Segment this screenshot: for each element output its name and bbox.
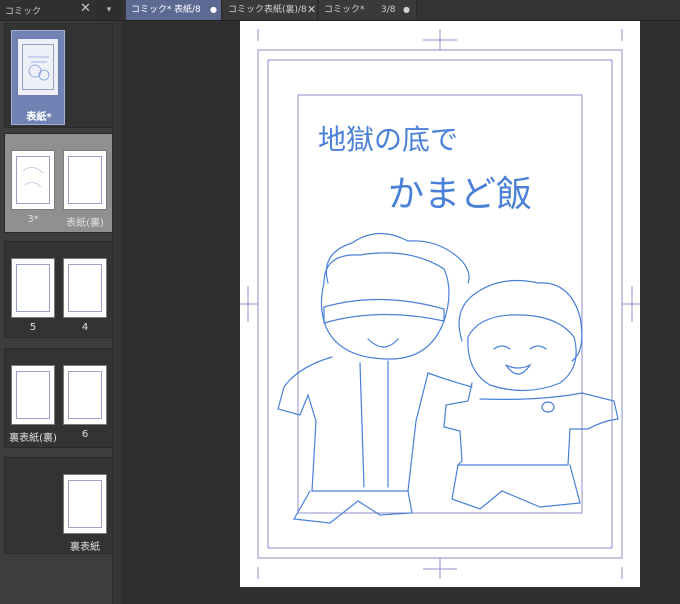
panel-header: コミック ✕ xyxy=(0,0,96,21)
crop-mark-top xyxy=(423,29,457,50)
page-manager-panel: コミック ✕ ▾ 表紙* 3* 表紙(裏) 5 4 裏表紙(裏) 6 裏表紙 xyxy=(0,0,123,604)
crop-mark-right xyxy=(622,286,640,322)
page-card-cover[interactable]: 表紙* xyxy=(11,30,65,125)
page-label: 裏表紙(裏) xyxy=(9,433,57,444)
crop-mark-left xyxy=(240,286,258,322)
sketch-title-line1: 地獄の底で xyxy=(318,123,458,156)
page-thumbnail-5[interactable] xyxy=(11,258,55,318)
corner-marks xyxy=(257,29,623,579)
sketch-title-line2: かまど飯 xyxy=(388,174,532,215)
close-tab-icon[interactable]: ✕ xyxy=(307,0,316,20)
page-label: 表紙* xyxy=(26,112,52,123)
page-thumbnail-4[interactable] xyxy=(63,258,107,318)
panel-menu-chevron-icon[interactable]: ▾ xyxy=(96,0,122,21)
right-char-mouth xyxy=(505,363,532,375)
spread-2[interactable]: 3* 表紙(裏) xyxy=(4,133,114,233)
tab-label: コミック* xyxy=(131,5,172,15)
spread-3[interactable]: 5 4 xyxy=(4,241,114,338)
page-thumbnail-3[interactable] xyxy=(11,150,55,210)
page-label: 6 xyxy=(81,429,89,440)
left-char-hair xyxy=(325,232,470,284)
right-char-badge xyxy=(541,401,555,413)
tab-page-label: 3/8 xyxy=(381,5,396,15)
left-char-visor xyxy=(323,298,445,324)
page-thumbnail-back-cover-inner[interactable] xyxy=(11,365,55,425)
page-thumbnail-6[interactable] xyxy=(63,365,107,425)
right-char-hair xyxy=(458,279,583,362)
left-char-mouth xyxy=(367,338,399,348)
unsaved-dot-icon[interactable]: ● xyxy=(210,0,217,20)
tab-label: コミック表紙(裏)/8 xyxy=(228,5,307,15)
right-char-eyes xyxy=(493,345,547,350)
sketch-characters xyxy=(277,232,619,524)
left-char-body xyxy=(277,356,473,492)
crop-guides xyxy=(240,29,640,579)
crop-mark-bottom xyxy=(423,558,457,579)
tab-label: コミック* xyxy=(324,5,365,15)
page-thumbnail-cover[interactable] xyxy=(16,37,60,97)
page-canvas[interactable]: 地獄の底で かまど飯 xyxy=(240,21,640,587)
left-char-legs xyxy=(293,490,413,524)
sketch-preview-icon xyxy=(22,167,44,188)
panel-title: コミック xyxy=(5,7,42,17)
tab-comic-cover[interactable]: コミック* 表紙/8 ● xyxy=(126,0,222,20)
spread-4[interactable]: 裏表紙(裏) 6 xyxy=(4,348,114,448)
safe-frame xyxy=(297,94,583,514)
page-label: 3* xyxy=(27,214,39,225)
right-char-legs xyxy=(451,464,581,510)
right-char-head xyxy=(467,314,577,392)
unsaved-dot-icon[interactable]: ● xyxy=(403,0,410,20)
page-label: 表紙(裏) xyxy=(66,218,104,229)
sketch-preview-icon xyxy=(28,56,50,81)
right-char-body xyxy=(443,382,619,466)
page-label: 5 xyxy=(29,322,37,333)
document-tab-bar: コミック* 表紙/8 ● コミック表紙(裏)/8 ✕ コミック* 3/8 ● xyxy=(122,0,680,21)
spread-cover: 表紙* xyxy=(4,23,114,128)
page-list: 表紙* 3* 表紙(裏) 5 4 裏表紙(裏) 6 裏表紙 xyxy=(0,21,114,604)
close-panel-icon[interactable]: ✕ xyxy=(80,2,91,16)
page-thumbnail-back-cover[interactable] xyxy=(63,474,107,534)
page-label: 裏表紙 xyxy=(70,542,100,553)
tab-comic-cover-back[interactable]: コミック表紙(裏)/8 ✕ xyxy=(223,0,318,20)
spread-5[interactable]: 裏表紙 xyxy=(4,457,114,554)
tab-page-label: 表紙/8 xyxy=(174,5,201,15)
page-thumbnail-cover-back[interactable] xyxy=(63,150,107,210)
page-label: 4 xyxy=(81,322,89,333)
tab-comic-page-3[interactable]: コミック* 3/8 ● xyxy=(319,0,417,20)
